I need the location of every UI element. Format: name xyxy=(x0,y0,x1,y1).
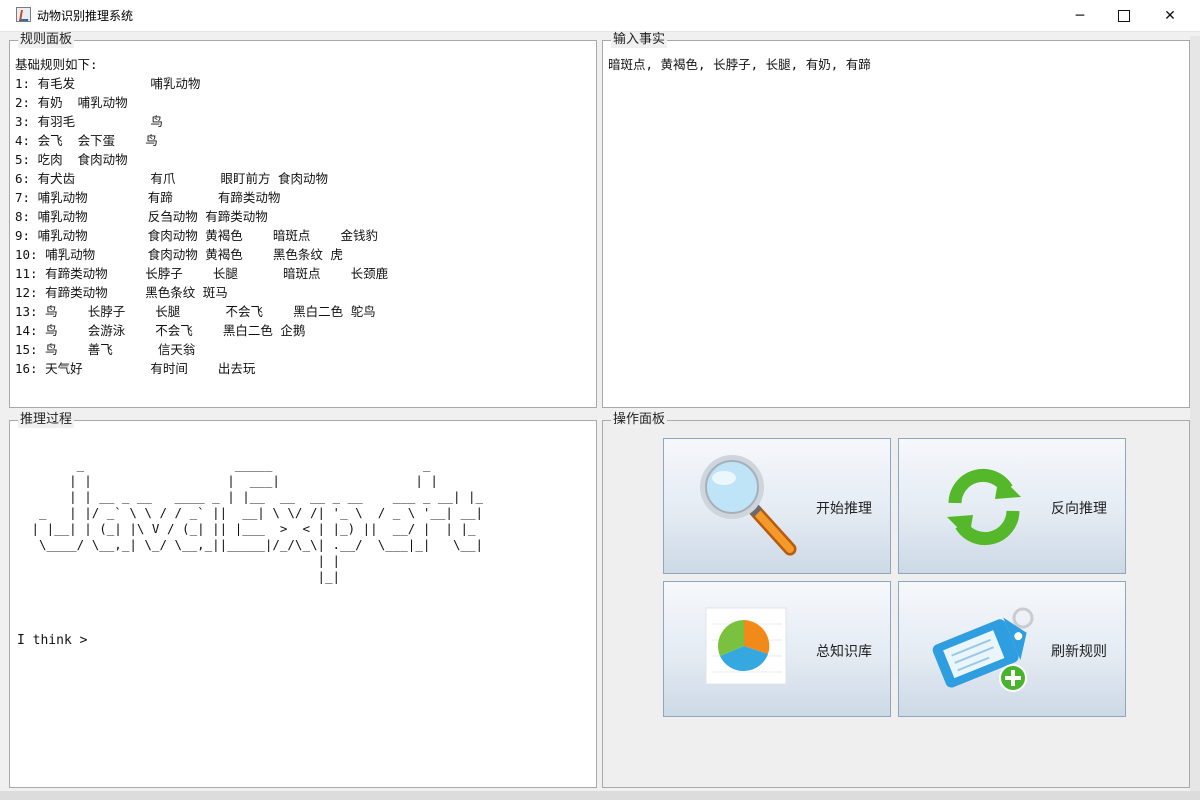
javaexpert-ascii-banner: _ _____ _ | | | ___| | | | | __ _ __ ___… xyxy=(31,457,484,584)
inference-panel: 推理过程 _ _____ _ | | | ___| | | | | __ _ _… xyxy=(9,412,597,788)
refresh-icon xyxy=(947,468,1021,546)
facts-input-area[interactable]: 暗斑点, 黄褐色, 长脖子, 长腿, 有奶, 有蹄 xyxy=(608,55,1184,402)
background-edge xyxy=(1190,36,1200,791)
taskbar-edge xyxy=(0,791,1200,800)
magnifier-icon xyxy=(700,455,797,556)
rules-panel-legend: 规则面板 xyxy=(18,32,75,48)
inference-prompt[interactable]: I think > xyxy=(17,633,87,648)
reverse-inference-button[interactable]: 反向推理 xyxy=(898,438,1126,574)
knowledge-base-button[interactable]: 总知识库 xyxy=(663,581,891,717)
maximize-button[interactable] xyxy=(1101,0,1147,31)
close-button[interactable]: ✕ xyxy=(1147,0,1193,31)
facts-panel-legend: 输入事实 xyxy=(611,32,668,48)
start-inference-button[interactable]: 开始推理 xyxy=(663,438,891,574)
knowledge-base-label: 总知识库 xyxy=(816,644,872,660)
java-app-icon xyxy=(16,7,31,22)
reverse-inference-label: 反向推理 xyxy=(1051,501,1107,517)
rules-text-area[interactable]: 基础规则如下: 1: 有毛发 哺乳动物 2: 有奶 哺乳动物 3: 有羽毛 鸟 … xyxy=(15,55,591,402)
maximize-icon xyxy=(1118,9,1130,22)
pie-chart-icon xyxy=(705,607,787,685)
tag-add-icon xyxy=(932,607,1034,692)
refresh-rules-label: 刷新规则 xyxy=(1051,644,1107,660)
operation-panel-legend: 操作面板 xyxy=(611,412,668,428)
rules-panel: 规则面板 基础规则如下: 1: 有毛发 哺乳动物 2: 有奶 哺乳动物 3: 有… xyxy=(9,32,597,408)
window-title: 动物识别推理系统 xyxy=(37,9,134,23)
refresh-rules-button[interactable]: 刷新规则 xyxy=(898,581,1126,717)
start-inference-label: 开始推理 xyxy=(816,501,872,517)
inference-panel-legend: 推理过程 xyxy=(18,412,75,428)
operation-panel: 操作面板 开始推理 反向推理 总知识库 刷新规则 xyxy=(602,412,1190,788)
facts-panel: 输入事实 暗斑点, 黄褐色, 长脖子, 长腿, 有奶, 有蹄 xyxy=(602,32,1190,408)
minimize-button[interactable]: ─ xyxy=(1057,0,1103,31)
title-bar: 动物识别推理系统 ─ ✕ xyxy=(0,0,1200,32)
